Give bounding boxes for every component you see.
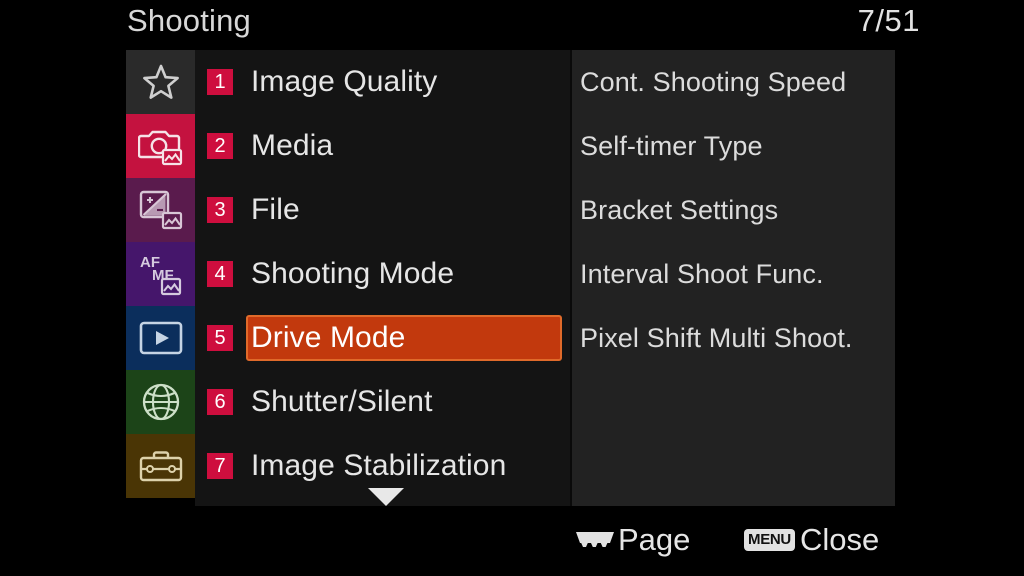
footer-hints: Page MENU Close: [0, 506, 1024, 576]
sidebar-item-setup[interactable]: [126, 434, 195, 498]
submenu-item-pixel-shift-multi-shoot[interactable]: Pixel Shift Multi Shoot.: [580, 306, 895, 370]
menu-row-label: Shutter/Silent: [251, 385, 433, 418]
playback-icon: [139, 321, 183, 355]
menu-row-label-wrap: File: [246, 187, 562, 233]
submenu-item-interval-shoot-func[interactable]: Interval Shoot Func.: [580, 242, 895, 306]
globe-network-icon: [141, 382, 181, 422]
submenu-item-self-timer-type[interactable]: Self-timer Type: [580, 114, 895, 178]
camera-photo-icon: [137, 125, 184, 167]
menu-row-image-quality[interactable]: 1 Image Quality: [195, 50, 570, 114]
submenu-item-cont-shooting-speed[interactable]: Cont. Shooting Speed: [580, 50, 895, 114]
menu-row-drive-mode[interactable]: 5 Drive Mode: [195, 306, 570, 370]
toolbox-setup-icon: [139, 448, 183, 484]
menu-row-label: Image Stabilization: [251, 449, 507, 482]
sidebar-item-my-menu[interactable]: [126, 50, 195, 114]
menu-header: Shooting 7/51: [0, 0, 1024, 50]
page-indicator: 7/51: [857, 3, 920, 38]
menu-row-label: File: [251, 193, 300, 226]
submenu-item-label: Interval Shoot Func.: [580, 258, 824, 289]
menu-row-label: Image Quality: [251, 65, 438, 98]
menu-row-label-wrap: Shutter/Silent: [246, 379, 562, 425]
submenu-item-label: Bracket Settings: [580, 194, 779, 225]
submenu-item-label: Self-timer Type: [580, 130, 763, 161]
exposure-color-icon: [139, 189, 183, 231]
menu-row-label-wrap: Drive Mode: [246, 315, 562, 361]
menu-row-label-wrap: Shooting Mode: [246, 251, 562, 297]
control-dial-icon: [574, 525, 616, 555]
menu-row-number: 7: [207, 453, 233, 479]
menu-row-label: Shooting Mode: [251, 257, 455, 290]
sidebar-item-shooting[interactable]: [126, 114, 195, 178]
star-icon: [141, 62, 181, 102]
menu-row-label-wrap: Image Quality: [246, 59, 562, 105]
menu-row-number: 4: [207, 261, 233, 287]
menu-row-label: Drive Mode: [251, 321, 406, 354]
submenu-item-bracket-settings[interactable]: Bracket Settings: [580, 178, 895, 242]
scroll-down-icon[interactable]: [368, 488, 404, 506]
menu-row-number: 1: [207, 69, 233, 95]
page-action-label: Page: [618, 522, 691, 557]
menu-row-shutter-silent[interactable]: 6 Shutter/Silent: [195, 370, 570, 434]
camera-menu-screen: Shooting 7/51 AF MF 1 Image Quality 2 Me…: [0, 0, 1024, 576]
page-action-hint[interactable]: Page: [574, 522, 690, 558]
menu-row-number: 6: [207, 389, 233, 415]
page-title: Shooting: [127, 3, 251, 38]
submenu-item-label: Pixel Shift Multi Shoot.: [580, 322, 853, 353]
menu-row-number: 2: [207, 133, 233, 159]
close-action-label: Close: [799, 522, 880, 557]
menu-row-label-wrap: Media: [246, 123, 562, 169]
menu-button-badge: MENU: [744, 529, 795, 551]
menu-row-file[interactable]: 3 File: [195, 178, 570, 242]
af-mf-icon: AF MF: [138, 252, 184, 296]
menu-row-number: 5: [207, 325, 233, 351]
menu-list: 1 Image Quality 2 Media 3 File 4 Shootin…: [195, 50, 570, 506]
menu-row-label-wrap: Image Stabilization: [246, 443, 562, 489]
submenu-list: Cont. Shooting Speed Self-timer Type Bra…: [570, 50, 895, 506]
sidebar-item-network[interactable]: [126, 370, 195, 434]
menu-row-label: Media: [251, 129, 334, 162]
menu-row-shooting-mode[interactable]: 4 Shooting Mode: [195, 242, 570, 306]
close-action-hint[interactable]: MENU Close: [744, 522, 879, 558]
sidebar-item-focus[interactable]: AF MF: [126, 242, 195, 306]
submenu-item-label: Cont. Shooting Speed: [580, 66, 847, 97]
sidebar-item-exposure-color[interactable]: [126, 178, 195, 242]
menu-row-media[interactable]: 2 Media: [195, 114, 570, 178]
menu-row-number: 3: [207, 197, 233, 223]
sidebar-item-playback[interactable]: [126, 306, 195, 370]
category-sidebar: AF MF: [126, 50, 195, 506]
